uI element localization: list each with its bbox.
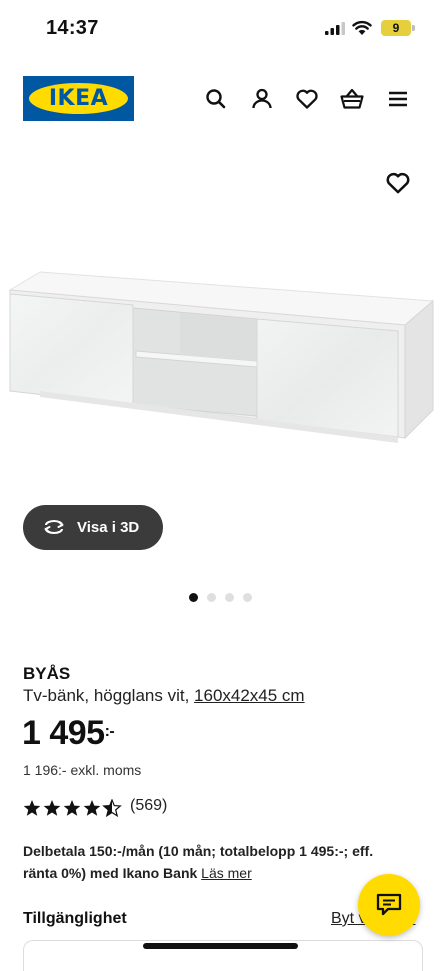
battery-indicator: 9: [381, 20, 411, 36]
review-count: (569): [130, 797, 168, 814]
price-value: 1 495: [22, 714, 105, 752]
star-icon: [63, 800, 81, 816]
product-price: 1 495:-: [22, 714, 115, 753]
view-in-3d-button[interactable]: Visa i 3D: [23, 505, 163, 550]
heart-icon[interactable]: [294, 86, 320, 112]
installment-info: Delbetala 150:-/mån (10 mån; totalbelopp…: [23, 840, 393, 884]
wifi-icon: [352, 20, 372, 35]
carousel-dot[interactable]: [225, 593, 234, 602]
price-suffix: :-: [104, 723, 115, 740]
star-icon: [83, 800, 101, 816]
chat-button[interactable]: [358, 874, 420, 936]
star-icon: [43, 800, 61, 816]
rotate-3d-icon: [44, 520, 64, 534]
price-excluding-vat: 1 196:- exkl. moms: [23, 762, 142, 778]
product-description: Tv-bänk, högglans vit, 160x42x45 cm: [23, 686, 305, 706]
cart-icon[interactable]: [339, 86, 365, 112]
carousel-dot[interactable]: [207, 593, 216, 602]
heart-icon: [386, 172, 410, 194]
account-icon[interactable]: [249, 86, 275, 112]
status-time: 14:37: [46, 17, 99, 39]
carousel-dot[interactable]: [189, 593, 198, 602]
product-type: Tv-bänk, högglans vit,: [23, 686, 195, 705]
rating-stars: [23, 799, 121, 817]
view-in-3d-label: Visa i 3D: [77, 519, 140, 536]
product-size-link[interactable]: 160x42x45 cm: [194, 686, 305, 705]
logo-text: IKEA: [48, 86, 109, 111]
home-indicator: [143, 943, 298, 949]
installment-text: Delbetala 150:-/mån (10 mån; totalbelopp…: [23, 843, 374, 881]
menu-icon[interactable]: [385, 86, 411, 112]
product-image[interactable]: [0, 215, 443, 515]
read-more-link[interactable]: Läs mer: [201, 865, 252, 881]
tv-bench-illustration: [0, 215, 443, 515]
battery-level: 9: [392, 21, 400, 35]
status-bar: 14:37 9: [0, 0, 443, 60]
favourite-button[interactable]: [384, 169, 412, 197]
signal-icon: [325, 22, 345, 35]
star-icon: [23, 800, 41, 816]
search-icon[interactable]: [203, 86, 229, 112]
product-name: BYÅS: [23, 664, 71, 683]
chat-icon: [376, 893, 402, 916]
half-star-icon: [103, 799, 121, 817]
battery-cap: [412, 25, 415, 31]
ikea-logo[interactable]: IKEA: [23, 76, 134, 121]
availability-heading: Tillgänglighet: [23, 910, 127, 927]
carousel-dot[interactable]: [243, 593, 252, 602]
